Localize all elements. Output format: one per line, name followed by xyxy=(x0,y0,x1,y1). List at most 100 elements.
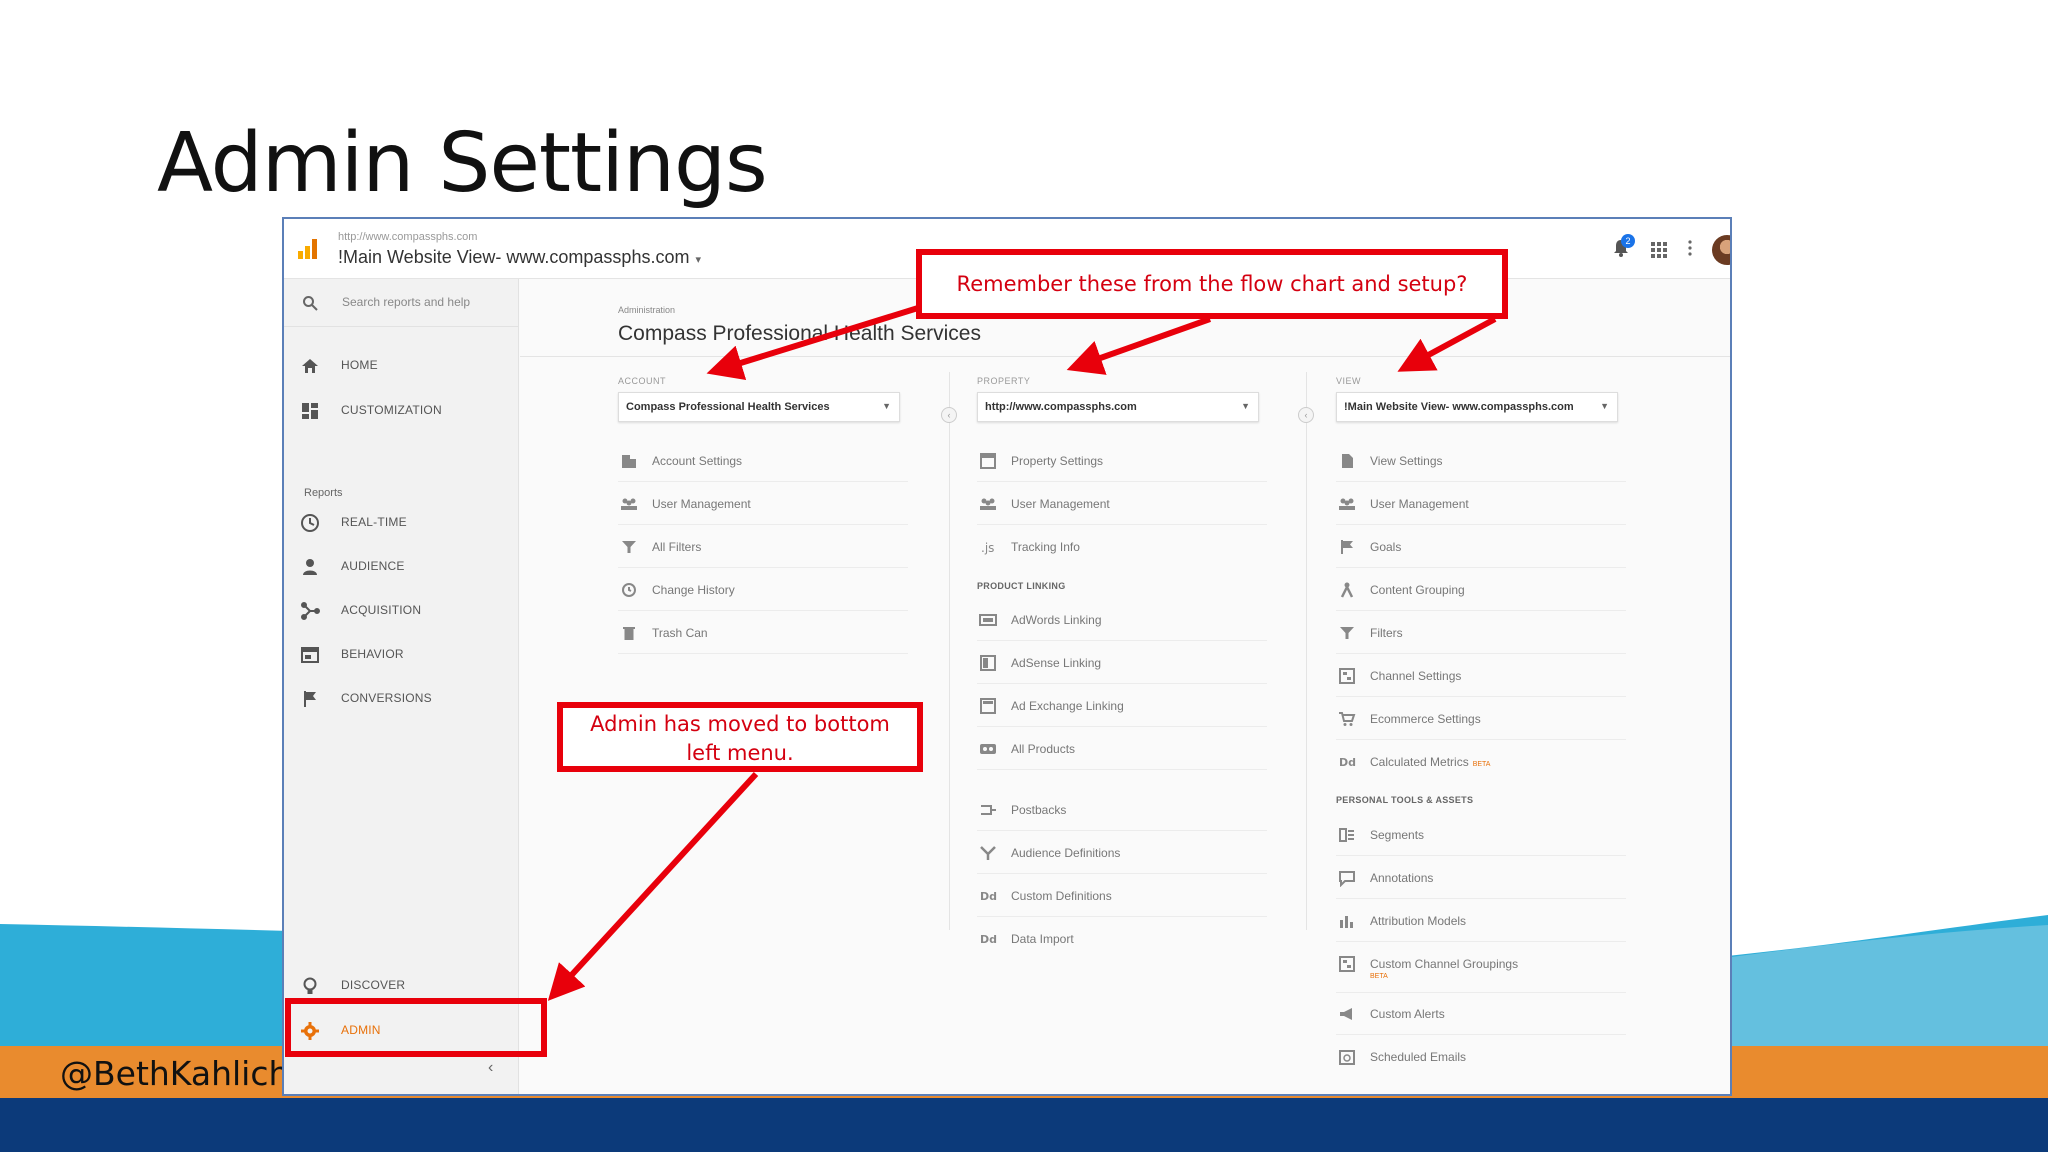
nav-item-behavior[interactable]: BEHAVIOR xyxy=(284,633,518,677)
adsense-linking-link[interactable]: AdSense Linking xyxy=(977,644,1267,684)
tracking-info-link[interactable]: .js Tracking Info xyxy=(977,528,1267,568)
user-management-link[interactable]: User Management xyxy=(1336,485,1626,525)
row-label: User Management xyxy=(652,497,751,511)
row-label: View Settings xyxy=(1370,454,1443,468)
analytics-screenshot: http://www.compassphs.com !Main Website … xyxy=(282,217,1732,1096)
annotations-link[interactable]: Annotations xyxy=(1336,859,1626,899)
svg-text:Dd: Dd xyxy=(980,933,997,946)
search-placeholder: Search reports and help xyxy=(342,295,471,309)
collapse-nav-button[interactable]: ‹ xyxy=(488,1059,493,1077)
person-icon xyxy=(303,559,317,575)
row-label: AdWords Linking xyxy=(1011,613,1102,627)
property-select[interactable]: http://www.compassphs.com ▼ xyxy=(977,392,1259,422)
user-management-link[interactable]: User Management xyxy=(618,485,908,525)
callout-remember: Remember these from the flow chart and s… xyxy=(916,249,1508,319)
nav-label: DISCOVER xyxy=(341,978,406,992)
history-icon xyxy=(622,583,636,597)
clock-icon xyxy=(301,514,319,532)
segments-link[interactable]: Segments xyxy=(1336,816,1626,856)
row-label: Change History xyxy=(652,583,735,597)
kebab-menu-icon[interactable] xyxy=(1688,239,1692,257)
all-products-link[interactable]: All Products xyxy=(977,730,1267,770)
view-column: VIEW !Main Website View- www.compassphs.… xyxy=(1336,369,1676,1094)
svg-text:Dd: Dd xyxy=(980,890,997,903)
nav-item-acquisition[interactable]: ACQUISITION xyxy=(284,589,518,633)
home-icon xyxy=(302,359,318,373)
avatar[interactable] xyxy=(1712,235,1730,265)
nav-item-real-time[interactable]: REAL-TIME xyxy=(284,501,518,545)
ad-exchange-linking-link[interactable]: Ad Exchange Linking xyxy=(977,687,1267,727)
flag-icon xyxy=(304,691,316,707)
nav-item-audience[interactable]: AUDIENCE xyxy=(284,545,518,589)
row-label: Account Settings xyxy=(652,454,743,468)
apps-grid-icon[interactable] xyxy=(1650,241,1668,259)
user-management-link[interactable]: User Management xyxy=(977,485,1267,525)
filters-link[interactable]: Filters xyxy=(1336,614,1626,654)
nav-item-customization[interactable]: CUSTOMIZATION xyxy=(284,389,518,433)
view-select[interactable]: !Main Website View- www.compassphs.com ▼ xyxy=(1336,392,1618,422)
all-filters-link[interactable]: All Filters xyxy=(618,528,908,568)
custom-alerts-link[interactable]: Custom Alerts xyxy=(1336,995,1626,1035)
column-divider xyxy=(1306,372,1307,930)
segments-icon xyxy=(1339,828,1354,842)
nav-label: AUDIENCE xyxy=(341,559,405,573)
slide-title: Admin Settings xyxy=(157,116,768,211)
account-select[interactable]: Compass Professional Health Services ▼ xyxy=(618,392,900,422)
dropdown-arrow-icon: ▼ xyxy=(1600,401,1609,411)
filter-icon xyxy=(1340,627,1354,639)
content-grouping-link[interactable]: Content Grouping xyxy=(1336,571,1626,611)
postbacks-icon xyxy=(981,805,996,815)
goals-link[interactable]: Goals xyxy=(1336,528,1626,568)
audience-definitions-link[interactable]: Audience Definitions xyxy=(977,834,1267,874)
row-label: Segments xyxy=(1370,828,1425,842)
row-label: Annotations xyxy=(1370,871,1434,885)
data-import-link[interactable]: Dd Data Import xyxy=(977,920,1267,960)
nav-label: BEHAVIOR xyxy=(341,647,404,661)
custom-channel-groupings-link[interactable]: Custom Channel Groupings BETA xyxy=(1336,945,1626,993)
nav-item-conversions[interactable]: CONVERSIONS xyxy=(284,677,518,721)
lightbulb-icon xyxy=(303,977,317,994)
ad-exchange-icon xyxy=(980,698,996,714)
property-column: PROPERTY http://www.compassphs.com ▼ Pro… xyxy=(977,369,1317,1019)
analytics-logo-icon[interactable] xyxy=(296,237,320,261)
svg-text:Dd: Dd xyxy=(1339,756,1356,769)
nav-item-home[interactable]: HOME xyxy=(284,344,518,388)
column-label: ACCOUNT xyxy=(618,376,666,386)
row-label: Attribution Models xyxy=(1370,914,1467,928)
nav-label: REAL-TIME xyxy=(341,515,407,529)
users-icon xyxy=(1339,498,1355,510)
dropdown-arrow-icon: ▼ xyxy=(1241,401,1250,411)
row-label: Ecommerce Settings xyxy=(1370,712,1481,726)
channel-settings-link[interactable]: Channel Settings xyxy=(1336,657,1626,697)
data-import-icon: Dd xyxy=(980,933,997,946)
postbacks-link[interactable]: Postbacks xyxy=(977,791,1267,831)
notification-badge: 2 xyxy=(1621,234,1635,248)
building-icon xyxy=(622,455,636,468)
view-selector[interactable]: !Main Website View- www.compassphs.com ▾ xyxy=(338,247,701,268)
beta-badge: BETA xyxy=(1370,973,1388,980)
breadcrumb: Administration xyxy=(618,305,676,315)
custom-definitions-link[interactable]: Dd Custom Definitions xyxy=(977,877,1267,917)
channel-groupings-icon xyxy=(1339,956,1355,972)
property-settings-link[interactable]: Property Settings xyxy=(977,442,1267,482)
calculated-metrics-link[interactable]: Dd Calculated Metrics BETA xyxy=(1336,743,1626,783)
author-handle: @BethKahlich xyxy=(60,1054,290,1093)
nav-label: CONVERSIONS xyxy=(341,691,432,705)
account-settings-link[interactable]: Account Settings xyxy=(618,442,908,482)
adwords-linking-link[interactable]: AdWords Linking xyxy=(977,601,1267,641)
search-bar[interactable]: Search reports and help xyxy=(284,279,518,327)
ecommerce-settings-link[interactable]: Ecommerce Settings xyxy=(1336,700,1626,740)
row-label: Content Grouping xyxy=(1370,583,1465,597)
comment-icon xyxy=(1339,871,1355,887)
dashboard-icon xyxy=(302,403,318,419)
callout-line: left menu. xyxy=(686,741,794,765)
dropdown-arrow-icon: ▼ xyxy=(882,401,891,411)
scheduled-emails-link[interactable]: Scheduled Emails xyxy=(1336,1038,1626,1078)
attribution-models-link[interactable]: Attribution Models xyxy=(1336,902,1626,942)
change-history-link[interactable]: Change History xyxy=(618,571,908,611)
row-label: Goals xyxy=(1370,540,1402,554)
trash-can-link[interactable]: Trash Can xyxy=(618,614,908,654)
divider xyxy=(520,356,1730,357)
content-grouping-icon xyxy=(1340,582,1354,598)
view-settings-link[interactable]: View Settings xyxy=(1336,442,1626,482)
